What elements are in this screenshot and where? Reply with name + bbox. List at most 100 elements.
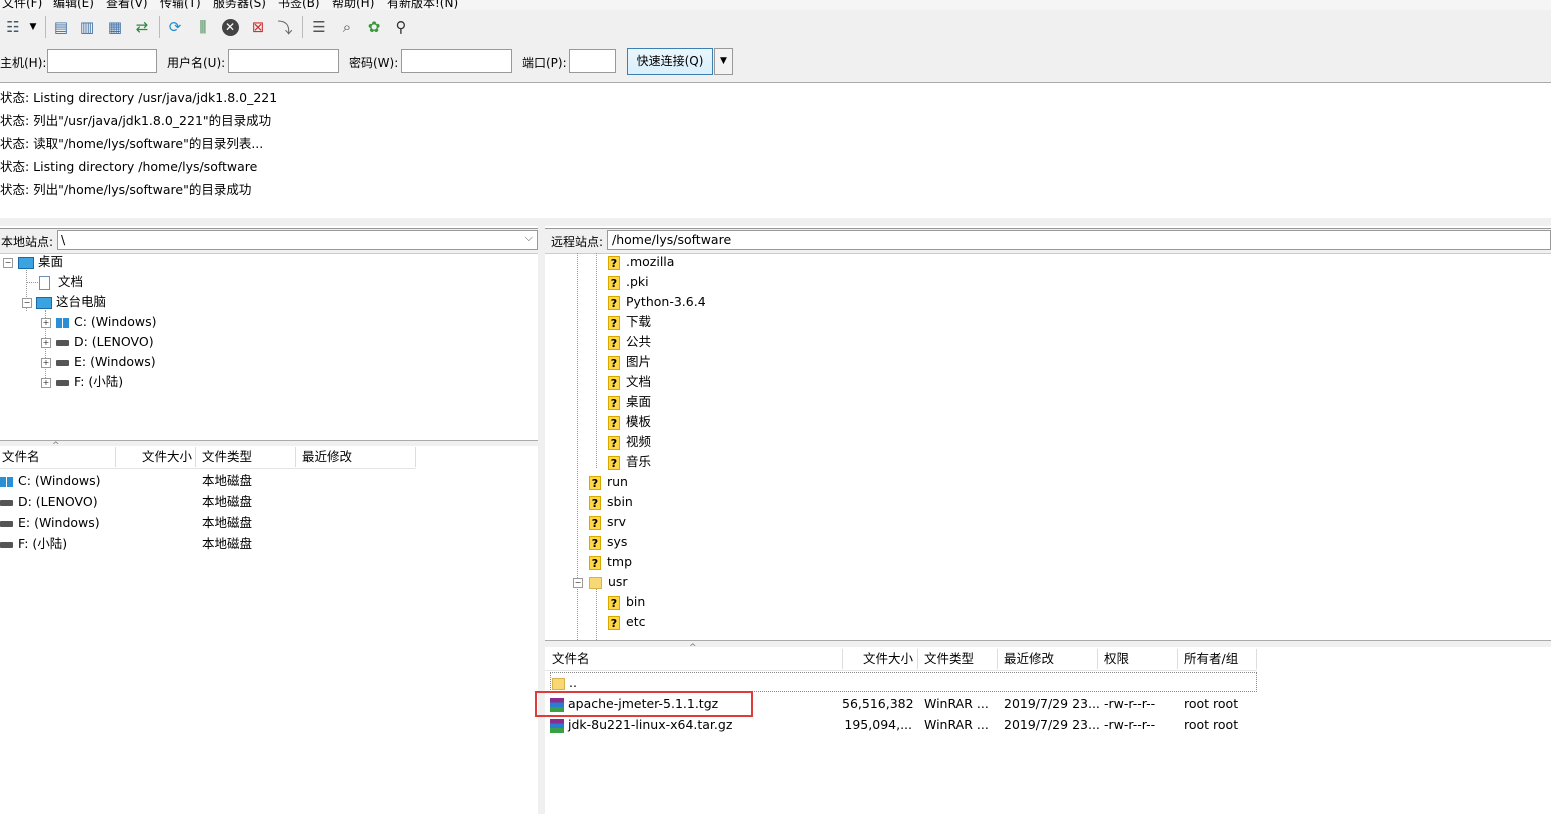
tree-item-videos[interactable]: ? 视频 [608, 433, 651, 451]
transfer-queue-toggle-icon[interactable]: ⇄ [131, 16, 153, 38]
quickconnect-dropdown-button[interactable]: ▼ [714, 48, 733, 75]
column-divider[interactable] [115, 447, 116, 467]
search-icon[interactable]: ⚲ [390, 16, 412, 38]
tree-item-pki[interactable]: ? .pki [608, 273, 649, 291]
file-modified: 2019/7/29 23... [1004, 717, 1100, 732]
password-input[interactable] [401, 49, 512, 73]
column-divider[interactable] [842, 649, 843, 669]
local-file-list: 文件名 ^ 文件大小 文件类型 最近修改 C: (Windows) 本地磁盘 D… [0, 441, 538, 814]
tree-item-templates[interactable]: ? 模板 [608, 413, 651, 431]
tree-item-python[interactable]: ? Python-3.6.4 [608, 293, 706, 311]
windows-drive-icon [56, 317, 69, 328]
cancel-icon[interactable]: ✕ [219, 16, 241, 38]
tree-item-mozilla[interactable]: ? .mozilla [608, 253, 674, 271]
quickconnect-bar: 主机(H): 用户名(U): 密码(W): 端口(P): 快速连接(Q) ▼ [0, 44, 1551, 83]
tree-item-usr[interactable]: usr [589, 573, 628, 591]
quickconnect-button[interactable]: 快速连接(Q) [627, 48, 713, 75]
tree-item-drive-e[interactable]: E: (Windows) [56, 353, 156, 371]
tree-item-downloads[interactable]: ? 下载 [608, 313, 651, 331]
column-filename[interactable]: 文件名 [2, 446, 40, 468]
chevron-down-icon[interactable]: ▼ [22, 16, 44, 38]
column-permissions[interactable]: 权限 [1104, 648, 1129, 670]
unknown-folder-icon: ? [589, 515, 601, 530]
tree-item-documents[interactable]: 文档 [39, 273, 83, 291]
table-row[interactable]: E: (Windows) 本地磁盘 [0, 512, 416, 533]
column-divider[interactable] [295, 447, 296, 467]
tree-item-drive-f[interactable]: F: (小陆) [56, 373, 123, 391]
message-log[interactable]: 状态: Listing directory /usr/java/jdk1.8.0… [0, 83, 1551, 218]
expand-icon[interactable]: + [41, 318, 51, 328]
log-splitter[interactable] [0, 218, 1551, 226]
drive-icon [0, 499, 13, 506]
port-input[interactable] [569, 49, 616, 73]
tree-item-run[interactable]: ? run [589, 473, 628, 491]
tree-item-this-pc[interactable]: 这台电脑 [36, 293, 106, 311]
local-path-input[interactable]: \ ⌵ [57, 230, 538, 250]
tree-item-pictures[interactable]: ? 图片 [608, 353, 651, 371]
remote-tree: ? .mozilla ? .pki ? Python-3.6.4 ? 下载 ? 公共 ? 图… [545, 253, 1551, 640]
tree-item-drive-c[interactable]: C: (Windows) [56, 313, 156, 331]
expand-icon[interactable]: + [41, 378, 51, 388]
collapse-icon[interactable]: − [573, 578, 583, 588]
tree-item-desktop[interactable]: 桌面 [18, 253, 63, 271]
column-divider[interactable] [917, 649, 918, 669]
column-divider[interactable] [415, 447, 416, 467]
column-divider[interactable] [1177, 649, 1178, 669]
collapse-icon[interactable]: − [22, 298, 32, 308]
collapse-icon[interactable]: − [3, 258, 13, 268]
reconnect-icon[interactable]: ⤵ [274, 16, 296, 38]
tree-item-srv[interactable]: ? srv [589, 513, 626, 531]
tree-item-bin[interactable]: ? bin [608, 593, 645, 611]
message-log-toggle-icon[interactable]: ▤ [50, 16, 72, 38]
column-divider[interactable] [1097, 649, 1098, 669]
table-row[interactable]: jdk-8u221-linux-x64.tar.gz 195,094,... W… [545, 714, 1257, 735]
column-filename[interactable]: 文件名 [552, 648, 590, 670]
tree-item-sbin[interactable]: ? sbin [589, 493, 633, 511]
tree-item-sys[interactable]: ? sys [589, 533, 627, 551]
expand-icon[interactable]: + [41, 358, 51, 368]
column-filetype[interactable]: 文件类型 [924, 648, 974, 670]
file-type: 本地磁盘 [202, 515, 253, 530]
sync-browse-icon[interactable]: ✿ [363, 16, 385, 38]
tree-item-public[interactable]: ? 公共 [608, 333, 651, 351]
tree-item-drive-d[interactable]: D: (LENOVO) [56, 333, 154, 351]
refresh-icon[interactable]: ⟳ [164, 16, 186, 38]
tree-item-etc[interactable]: ? etc [608, 613, 645, 631]
username-input[interactable] [228, 49, 339, 73]
file-size: 56,516,382 [842, 696, 914, 711]
column-filetype[interactable]: 文件类型 [202, 446, 252, 468]
column-divider[interactable] [1256, 649, 1257, 669]
column-filesize[interactable]: 文件大小 [863, 648, 913, 670]
unknown-folder-icon: ? [608, 255, 620, 270]
column-filesize[interactable]: 文件大小 [142, 446, 192, 468]
remote-path-input[interactable]: /home/lys/software [607, 230, 1551, 250]
table-row[interactable]: D: (LENOVO) 本地磁盘 [0, 491, 416, 512]
filter-icon[interactable]: ☰ [308, 16, 330, 38]
table-row[interactable]: C: (Windows) 本地磁盘 [0, 470, 416, 491]
site-manager-icon[interactable]: ☷ [2, 16, 24, 38]
column-divider[interactable] [997, 649, 998, 669]
table-row[interactable]: F: (小陆) 本地磁盘 [0, 533, 416, 554]
column-modified[interactable]: 最近修改 [1004, 648, 1054, 670]
expand-icon[interactable]: + [41, 338, 51, 348]
column-divider[interactable] [195, 447, 196, 467]
table-row-parent[interactable]: .. [550, 672, 1257, 692]
tree-item-music[interactable]: ? 音乐 [608, 453, 651, 471]
column-owner-group[interactable]: 所有者/组 [1184, 648, 1238, 670]
disconnect-icon[interactable]: ⊠ [247, 16, 269, 38]
compare-icon[interactable]: ⌕ [336, 16, 358, 38]
file-owner: root root [1184, 717, 1239, 732]
local-tree-toggle-icon[interactable]: ▥ [76, 16, 98, 38]
process-queue-icon[interactable]: ⫼ [192, 16, 214, 38]
panel-splitter[interactable] [538, 226, 545, 814]
column-modified[interactable]: 最近修改 [302, 446, 352, 468]
host-input[interactable] [47, 49, 157, 73]
tree-item-tmp[interactable]: ? tmp [589, 553, 632, 571]
unknown-folder-icon: ? [608, 295, 620, 310]
tree-item-documents[interactable]: ? 文档 [608, 373, 651, 391]
drive-icon [0, 541, 13, 548]
chevron-down-icon[interactable]: ⌵ [525, 231, 533, 245]
tree-item-desktop[interactable]: ? 桌面 [608, 393, 651, 411]
remote-tree-toggle-icon[interactable]: ▦ [104, 16, 126, 38]
remote-path-value: /home/lys/software [612, 232, 732, 247]
